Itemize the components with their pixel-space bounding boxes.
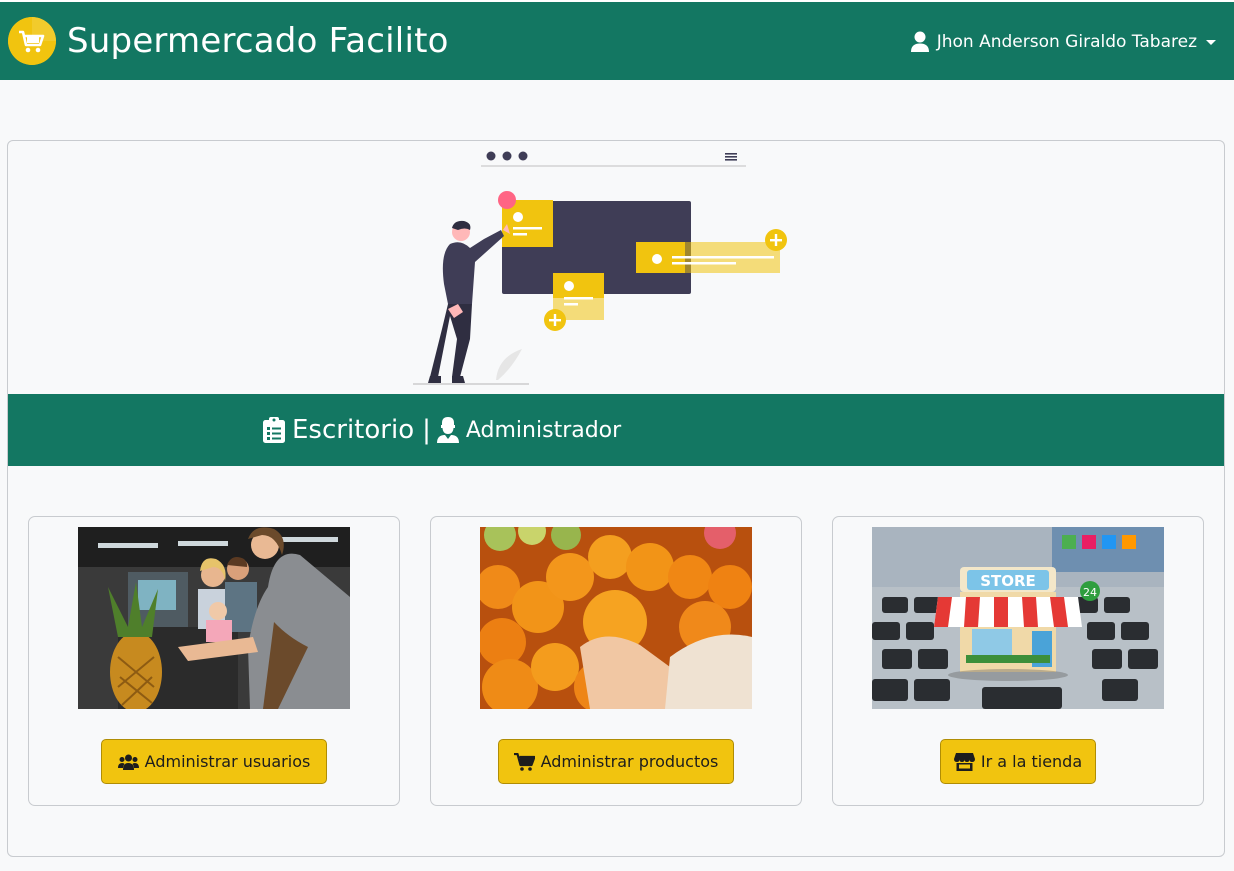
users-icon (117, 754, 139, 770)
store-keyboard-image: STORE 24 (872, 527, 1164, 709)
user-dropdown[interactable]: Jhon Anderson Giraldo Tabarez (910, 2, 1216, 82)
manage-products-button[interactable]: Administrar productos (498, 739, 734, 784)
chevron-down-icon (1206, 39, 1216, 45)
cart-logo-icon (8, 17, 56, 65)
manage-users-button[interactable]: Administrar usuarios (101, 739, 327, 784)
users-card: Administrar usuarios (28, 516, 400, 806)
store-badge: 24 (1083, 586, 1097, 599)
products-card: Administrar productos (430, 516, 802, 806)
go-to-store-label: Ir a la tienda (980, 752, 1083, 771)
dashboard-illustration (413, 151, 787, 385)
store-icon (953, 752, 975, 771)
go-to-store-button[interactable]: Ir a la tienda (940, 739, 1096, 784)
brand-link[interactable]: Supermercado Facilito (8, 17, 449, 65)
store-sign: STORE (980, 572, 1036, 590)
supermarket-checkout-image (78, 527, 350, 709)
banner-separator: | (422, 415, 431, 445)
user-tie-icon (436, 417, 459, 443)
dashboard-card: Escritorio | Administrador Administrar u… (7, 140, 1225, 857)
navbar: Supermercado Facilito Jhon Anderson Gira… (0, 0, 1234, 80)
manage-products-label: Administrar productos (540, 752, 719, 771)
banner-title: Escritorio (292, 415, 415, 445)
role-banner: Escritorio | Administrador (8, 394, 1224, 466)
banner-role: Administrador (465, 417, 622, 443)
brand-title: Supermercado Facilito (67, 21, 449, 61)
clipboard-list-icon (263, 417, 285, 443)
cart-icon (513, 752, 535, 771)
store-card: STORE 24 Ir a la tienda (832, 516, 1204, 806)
user-icon (910, 31, 929, 52)
user-name: Jhon Anderson Giraldo Tabarez (936, 32, 1197, 52)
oranges-image (480, 527, 752, 709)
manage-users-label: Administrar usuarios (144, 752, 311, 771)
